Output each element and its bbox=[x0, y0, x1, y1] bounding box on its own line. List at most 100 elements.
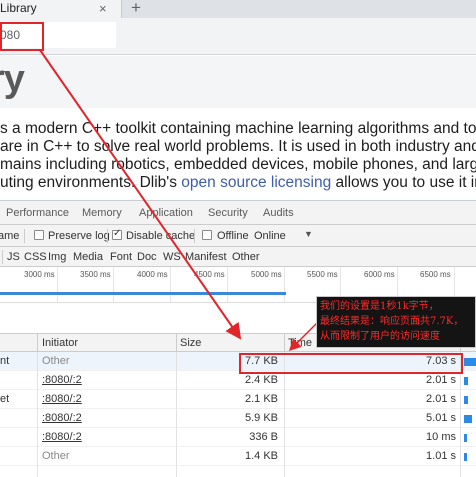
offline-label: Offline bbox=[217, 230, 249, 242]
column-time[interactable]: Time bbox=[288, 337, 312, 349]
waterfall-bar bbox=[464, 453, 467, 461]
tab-close-icon[interactable]: × bbox=[99, 1, 107, 16]
preserve-log-checkbox[interactable] bbox=[34, 230, 44, 240]
toolbar-divider bbox=[107, 229, 108, 243]
waterfall-bar bbox=[464, 358, 476, 366]
tick-label: 6500 ms bbox=[420, 270, 451, 279]
tick-label: 6000 ms bbox=[364, 270, 395, 279]
request-size: 5.9 KB bbox=[244, 412, 278, 424]
request-time: 5.01 s bbox=[426, 412, 456, 424]
request-time: 10 ms bbox=[426, 431, 456, 443]
throttle-select[interactable]: Online bbox=[254, 230, 286, 242]
page-hero: rary bbox=[0, 56, 476, 108]
waterfall-bar bbox=[464, 415, 472, 423]
tab-application[interactable]: Application bbox=[139, 207, 193, 219]
preserve-log-label: Preserve log bbox=[48, 230, 110, 242]
annotation-note: 我们的设置是1秒1k字节， 最终结果是：响应页面共7.7K， 从而限制了用户的访… bbox=[316, 296, 476, 348]
request-initiator: Other bbox=[42, 450, 70, 462]
request-size: 1.4 KB bbox=[244, 450, 278, 462]
tick-label: 4500 ms bbox=[194, 270, 225, 279]
column-divider bbox=[37, 352, 38, 477]
tick-label: 3500 ms bbox=[80, 270, 111, 279]
filter-manifest[interactable]: Manifest bbox=[185, 251, 227, 263]
resource-type-filter: JS CSS Img Media Font Doc WS Manifest Ot… bbox=[0, 247, 476, 267]
filter-css[interactable]: CSS bbox=[24, 251, 47, 263]
column-divider bbox=[37, 334, 38, 353]
tick-label: 5000 ms bbox=[251, 270, 282, 279]
table-row[interactable]: et :8080/:2 2.1 KB 2.01 s bbox=[0, 390, 476, 409]
result-highlight-box bbox=[239, 353, 463, 374]
license-link[interactable]: open source licensing bbox=[181, 174, 331, 191]
tick-label: 3000 ms bbox=[24, 270, 55, 279]
column-divider bbox=[284, 334, 285, 353]
annotation-line: 我们的设置是1秒1k字节， bbox=[320, 301, 439, 312]
toolbar-fragment: ame bbox=[0, 230, 20, 242]
intro-text: s a modern C++ toolkit containing machin… bbox=[0, 120, 476, 137]
overview-request-bar bbox=[0, 292, 286, 295]
annotation-line: 最终结果是：响应页面共7.7K， bbox=[320, 316, 464, 327]
request-size: 336 B bbox=[249, 431, 278, 443]
chevron-down-icon[interactable]: ▼ bbox=[304, 229, 313, 239]
filter-js[interactable]: JS bbox=[7, 251, 20, 263]
filter-doc[interactable]: Doc bbox=[137, 251, 157, 263]
column-size[interactable]: Size bbox=[180, 337, 201, 349]
table-row[interactable]: :8080/:2 5.9 KB 5.01 s bbox=[0, 409, 476, 428]
tab-performance[interactable]: Performance bbox=[6, 207, 69, 219]
request-initiator[interactable]: :8080/:2 bbox=[42, 431, 82, 443]
offline-checkbox[interactable] bbox=[202, 230, 212, 240]
url-highlight-box bbox=[0, 22, 44, 51]
filter-font[interactable]: Font bbox=[110, 251, 132, 263]
intro-text: allows you to use it in bbox=[331, 174, 476, 191]
intro-line-4: uting environments. Dlib's open source l… bbox=[0, 174, 476, 192]
page-title: rary bbox=[0, 58, 25, 100]
request-size: 2.4 KB bbox=[244, 374, 278, 386]
tab-audits[interactable]: Audits bbox=[263, 207, 294, 219]
tick-gridline bbox=[113, 267, 114, 303]
filter-img[interactable]: Img bbox=[48, 251, 66, 263]
disable-cache-checkbox[interactable] bbox=[112, 228, 122, 240]
screenshot-root: Library × + 080 rary s a modern C++ tool… bbox=[0, 0, 476, 477]
page-content: rary s a modern C++ toolkit containing m… bbox=[0, 56, 476, 200]
tick-label: 4000 ms bbox=[137, 270, 168, 279]
filter-other[interactable]: Other bbox=[232, 251, 260, 263]
column-divider bbox=[176, 334, 177, 353]
table-row[interactable]: Other 1.4 KB 1.01 s bbox=[0, 447, 476, 466]
filter-ws[interactable]: WS bbox=[163, 251, 181, 263]
column-initiator[interactable]: Initiator bbox=[42, 337, 78, 349]
network-toolbar: ame Preserve log Disable cache Offline O… bbox=[0, 225, 476, 247]
request-time: 2.01 s bbox=[426, 374, 456, 386]
request-time: 1.01 s bbox=[426, 450, 456, 462]
new-tab-icon[interactable]: + bbox=[131, 0, 141, 18]
tick-label: 5500 ms bbox=[307, 270, 338, 279]
toolbar-divider bbox=[24, 229, 25, 243]
tab-security[interactable]: Security bbox=[208, 207, 248, 219]
request-name: nt bbox=[0, 355, 10, 367]
tab-memory[interactable]: Memory bbox=[82, 207, 122, 219]
tick-gridline bbox=[284, 267, 285, 303]
table-row[interactable]: :8080/:2 336 B 10 ms bbox=[0, 428, 476, 447]
intro-text: uting environments. Dlib's bbox=[0, 174, 182, 191]
request-size: 2.1 KB bbox=[244, 393, 278, 405]
browser-tab[interactable]: Library × bbox=[0, 0, 122, 18]
waterfall-bar bbox=[464, 396, 468, 404]
waterfall-bar bbox=[464, 377, 468, 385]
tab-title: Library bbox=[0, 1, 37, 15]
intro-line-2: are in C++ to solve real world problems.… bbox=[0, 138, 476, 156]
devtools-tab-bar: Performance Memory Application Security … bbox=[0, 201, 476, 225]
request-initiator[interactable]: :8080/:2 bbox=[42, 412, 82, 424]
toolbar-divider bbox=[194, 229, 195, 243]
tick-gridline bbox=[170, 267, 171, 303]
filter-divider bbox=[2, 250, 3, 264]
tick-gridline bbox=[227, 267, 228, 303]
intro-line-3: mains including robotics, embedded devic… bbox=[0, 156, 476, 174]
address-bar: 080 bbox=[0, 18, 476, 55]
intro-line-1: s a modern C++ toolkit containing machin… bbox=[0, 120, 476, 138]
request-initiator[interactable]: :8080/:2 bbox=[42, 393, 82, 405]
request-time: 2.01 s bbox=[426, 393, 456, 405]
disable-cache-label: Disable cache bbox=[126, 230, 196, 242]
browser-tab-bar: Library × + bbox=[0, 0, 476, 18]
column-divider bbox=[176, 352, 177, 477]
request-name: et bbox=[0, 393, 10, 405]
filter-media[interactable]: Media bbox=[73, 251, 103, 263]
request-initiator[interactable]: :8080/:2 bbox=[42, 374, 82, 386]
